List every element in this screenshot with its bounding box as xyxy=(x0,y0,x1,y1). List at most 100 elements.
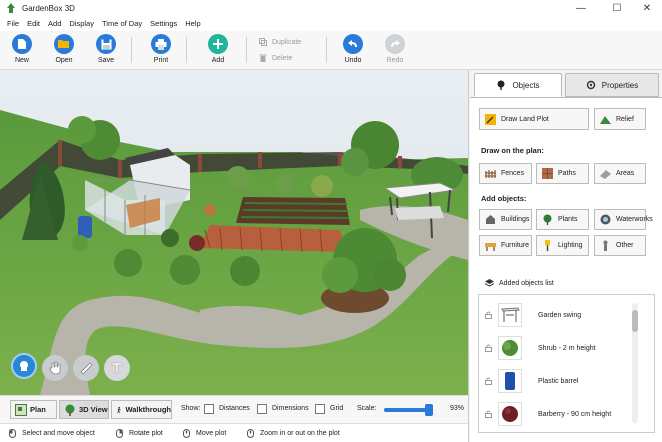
text-mode-button[interactable] xyxy=(104,355,130,381)
list-item[interactable]: Garden swing xyxy=(479,300,639,330)
list-item[interactable]: Barberry - 90 cm height xyxy=(479,399,639,429)
list-item-name: Barberry - 90 cm height xyxy=(538,410,612,418)
redo-icon xyxy=(385,34,405,54)
menu-settings[interactable]: Settings xyxy=(146,19,181,28)
measure-mode-button[interactable] xyxy=(73,355,99,381)
3d-viewport[interactable] xyxy=(0,70,468,395)
delete-button[interactable]: Delete xyxy=(259,54,292,62)
pan-mode-button[interactable] xyxy=(42,355,68,381)
lighting-button[interactable]: Lighting xyxy=(536,235,589,256)
distances-checkbox[interactable] xyxy=(204,404,214,414)
layers-icon xyxy=(485,279,494,287)
lock-icon[interactable] xyxy=(485,377,492,385)
add-button[interactable]: Add xyxy=(198,34,238,68)
status-bar: Select and move object Rotate plot Move … xyxy=(0,423,468,442)
plan-view-label: Plan xyxy=(30,405,46,414)
list-item[interactable]: Shrub - 2 m height xyxy=(479,333,639,363)
mouse-right-icon xyxy=(116,429,123,438)
status-rotate-hint: Rotate plot xyxy=(115,429,163,438)
fences-button[interactable]: Fences xyxy=(479,163,532,184)
3d-view-button[interactable]: 3D View xyxy=(59,400,109,419)
menu-display[interactable]: Display xyxy=(65,19,98,28)
plan-view-button[interactable]: Plan xyxy=(10,400,57,419)
distances-label: Distances xyxy=(219,405,250,412)
redo-button[interactable]: Redo xyxy=(375,34,415,68)
ruler-icon xyxy=(80,362,93,375)
menu-help[interactable]: Help xyxy=(181,19,204,28)
other-button[interactable]: Other xyxy=(594,235,646,256)
list-item[interactable]: Plastic barrel xyxy=(479,366,639,396)
new-button[interactable]: New xyxy=(2,34,42,68)
fountain-icon xyxy=(600,214,611,225)
draw-land-plot-label: Draw Land Plot xyxy=(501,115,549,123)
add-label: Add xyxy=(211,57,225,64)
dimensions-checkbox[interactable] xyxy=(257,404,267,414)
walking-person-icon xyxy=(117,406,121,413)
list-item-name: Plastic barrel xyxy=(538,377,579,385)
new-icon xyxy=(12,34,32,54)
building-icon xyxy=(486,215,495,224)
draw-on-plan-heading: Draw on the plan: xyxy=(481,146,544,155)
printer-icon xyxy=(151,34,171,54)
furniture-button[interactable]: Furniture xyxy=(479,235,532,256)
areas-button[interactable]: Areas xyxy=(594,163,646,184)
grid-checkbox[interactable] xyxy=(315,404,325,414)
hand-select-icon xyxy=(20,361,28,371)
mouse-middle-icon xyxy=(183,429,190,438)
walkthrough-button[interactable]: Walkthrough xyxy=(111,400,172,419)
print-button[interactable]: Print xyxy=(141,34,181,68)
undo-button[interactable]: Undo xyxy=(333,34,373,68)
plan-icon xyxy=(15,403,27,416)
buildings-button[interactable]: Buildings xyxy=(479,209,532,230)
status-move-text: Move plot xyxy=(196,430,227,437)
add-objects-heading: Add objects: xyxy=(481,194,527,203)
open-label: Open xyxy=(55,57,73,64)
open-button[interactable]: Open xyxy=(44,34,84,68)
added-objects-heading: Added objects list xyxy=(485,279,554,288)
status-move-hint: Move plot xyxy=(182,429,226,438)
path-icon xyxy=(542,168,553,179)
draw-land-plot-button[interactable]: Draw Land Plot xyxy=(479,108,589,130)
new-label: New xyxy=(14,57,29,64)
waterworks-label: Waterworks xyxy=(616,216,653,223)
duplicate-button[interactable]: Duplicate xyxy=(259,38,301,46)
minimize-button[interactable]: — xyxy=(566,0,596,16)
menu-edit[interactable]: Edit xyxy=(23,19,44,28)
delete-label: Delete xyxy=(272,54,293,62)
status-zoom-hint: Zoom in or out on the plot xyxy=(246,429,340,438)
close-button[interactable]: ✕ xyxy=(632,0,662,16)
floppy-icon xyxy=(96,34,116,54)
areas-label: Areas xyxy=(616,170,635,177)
tab-objects[interactable]: Objects xyxy=(474,73,562,97)
save-button[interactable]: Save xyxy=(86,34,126,68)
waterworks-button[interactable]: Waterworks xyxy=(594,209,653,230)
relief-button[interactable]: Relief xyxy=(594,108,646,130)
barrel-thumb xyxy=(498,369,522,393)
menu-bar: File Edit Add Display Time of Day Settin… xyxy=(0,16,662,31)
show-label: Show: xyxy=(181,405,201,412)
maximize-button[interactable]: ☐ xyxy=(602,0,632,16)
scale-slider-handle[interactable] xyxy=(424,404,433,416)
tab-properties[interactable]: Properties xyxy=(565,73,659,97)
buildings-label: Buildings xyxy=(501,216,530,223)
list-item-name: Shrub - 2 m height xyxy=(538,344,596,352)
menu-file[interactable]: File xyxy=(3,19,23,28)
statue-icon xyxy=(603,240,608,251)
plants-label: Plants xyxy=(558,216,578,223)
lock-icon[interactable] xyxy=(485,344,492,352)
lock-icon[interactable] xyxy=(485,410,492,418)
furniture-label: Furniture xyxy=(501,242,530,249)
lighting-label: Lighting xyxy=(558,242,583,249)
toolbar: New Open Save Print Add Duplicate Delete xyxy=(0,31,662,70)
menu-add[interactable]: Add xyxy=(44,19,65,28)
toolbar-divider xyxy=(246,37,247,63)
hand-icon xyxy=(49,361,61,375)
lock-icon[interactable] xyxy=(485,311,492,319)
plants-button[interactable]: Plants xyxy=(536,209,589,230)
menu-time-of-day[interactable]: Time of Day xyxy=(98,19,146,28)
paths-button[interactable]: Paths xyxy=(536,163,589,184)
list-scrollbar-thumb[interactable] xyxy=(632,310,638,332)
duplicate-icon xyxy=(259,38,267,46)
walkthrough-label: Walkthrough xyxy=(125,405,171,414)
select-mode-button[interactable] xyxy=(11,353,37,379)
